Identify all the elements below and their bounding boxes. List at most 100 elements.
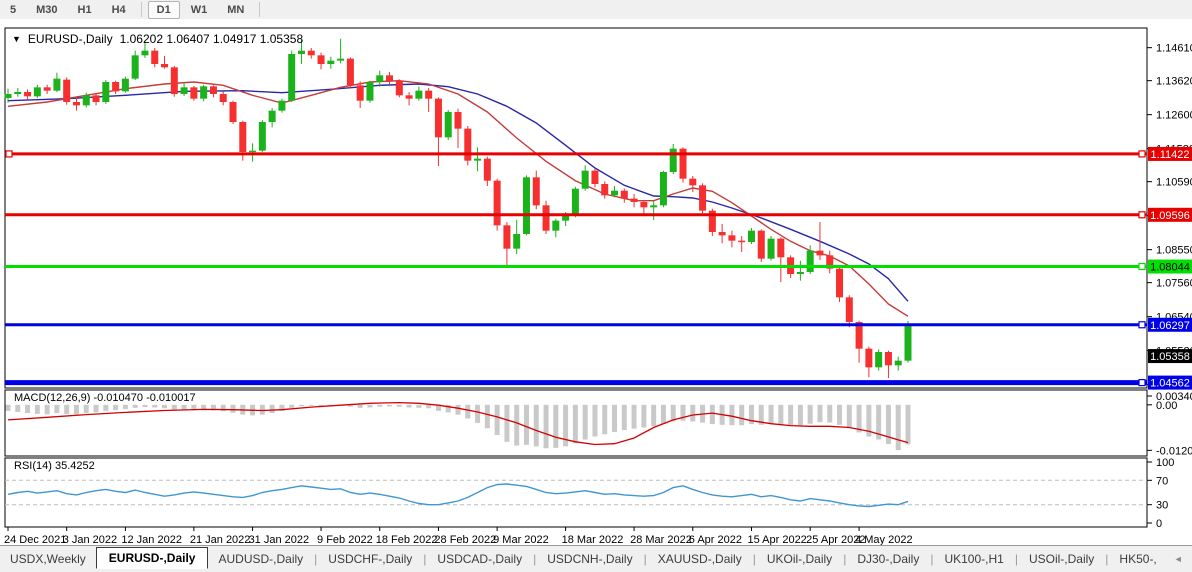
svg-text:30: 30 (1156, 500, 1168, 512)
hline-handle (6, 151, 12, 157)
macd-histogram-bar (123, 405, 128, 409)
current-price-label: 1.05358 (1148, 349, 1192, 363)
hline-handle (1139, 264, 1145, 270)
tab-usdx-weekly[interactable]: USDX,Weekly (0, 549, 96, 569)
chart-panels (5, 28, 1147, 527)
svg-text:70: 70 (1156, 475, 1168, 487)
macd-histogram-bar (231, 405, 236, 413)
tab-usoil-daily[interactable]: USOil-,Daily (1019, 549, 1104, 569)
macd-histogram-bar (45, 405, 50, 414)
macd-histogram-bar (847, 405, 852, 428)
chart-title-symbol: EURUSD-,Daily (28, 32, 113, 46)
tab-scroll-left-icon[interactable]: ◄ (1171, 554, 1186, 564)
chart-title: ▼EURUSD-,Daily1.06202 1.06407 1.04917 1.… (12, 32, 303, 46)
macd-histogram-bar (299, 405, 304, 406)
svg-text:1.09596: 1.09596 (1150, 210, 1190, 222)
macd-histogram-bar (798, 405, 803, 425)
tab-ukoil-daily[interactable]: UKOil-,Daily (757, 549, 842, 569)
macd-histogram-bar (651, 405, 656, 427)
macd-histogram-bar (641, 405, 646, 428)
symbol-dropdown-icon[interactable]: ▼ (12, 34, 21, 44)
tab-uk100-h1[interactable]: UK100-,H1 (934, 549, 1013, 569)
macd-histogram-bar (260, 405, 265, 415)
macd-histogram-bar (54, 405, 59, 413)
svg-text:31 Jan 2022: 31 Jan 2022 (249, 534, 310, 545)
timeframe-button-h4[interactable]: H4 (103, 1, 135, 19)
tab-xauusd-daily[interactable]: XAUUSD-,Daily (648, 549, 752, 569)
macd-histogram-bar (495, 405, 500, 435)
macd-histogram-bar (367, 405, 372, 408)
svg-text:12 Jan 2022: 12 Jan 2022 (121, 534, 182, 545)
toolbar-separator (141, 2, 142, 17)
macd-histogram-bar (456, 405, 461, 415)
svg-text:9 Mar 2022: 9 Mar 2022 (493, 534, 549, 545)
svg-text:6 Apr 2022: 6 Apr 2022 (689, 534, 742, 545)
tab-usdchf-daily[interactable]: USDCHF-,Daily (318, 549, 422, 569)
timeframe-button-mn[interactable]: MN (218, 1, 253, 19)
macd-histogram-bar (896, 405, 901, 450)
svg-text:1.13620: 1.13620 (1156, 76, 1192, 88)
tab-usdcad-daily[interactable]: USDCAD-,Daily (427, 549, 532, 569)
svg-text:15 Apr 2022: 15 Apr 2022 (747, 534, 806, 545)
macd-histogram-bar (612, 405, 617, 432)
macd-histogram-bar (94, 405, 99, 413)
tab-audusd-daily[interactable]: AUDUSD-,Daily (208, 549, 313, 569)
svg-text:28 Mar 2022: 28 Mar 2022 (630, 534, 692, 545)
macd-histogram-bar (837, 405, 842, 425)
macd-histogram-bar (397, 405, 402, 407)
macd-histogram-bar (465, 405, 470, 419)
macd-histogram-bar (632, 405, 637, 429)
svg-text:18 Feb 2022: 18 Feb 2022 (376, 534, 438, 545)
hline-handle (1139, 380, 1145, 386)
tab-usdcnh-daily[interactable]: USDCNH-,Daily (537, 549, 642, 569)
hline-handle (1139, 212, 1145, 218)
macd-histogram-bar (592, 405, 597, 437)
svg-text:-0.012058: -0.012058 (1156, 445, 1192, 457)
macd-histogram-bar (769, 405, 774, 424)
hline-handle (1139, 151, 1145, 157)
macd-histogram-bar (387, 405, 392, 407)
tab-eurusd-daily[interactable]: EURUSD-,Daily (96, 547, 209, 569)
macd-histogram-bar (886, 405, 891, 444)
svg-text:9 Feb 2022: 9 Feb 2022 (317, 534, 373, 545)
timeframe-button-5[interactable]: 5 (1, 1, 25, 19)
macd-histogram-bar (690, 405, 695, 422)
macd-histogram-bar (25, 405, 30, 413)
macd-histogram-bar (142, 405, 147, 407)
macd-histogram-bar (270, 405, 275, 413)
macd-histogram-bar (15, 405, 20, 412)
tab-hk50[interactable]: HK50-, (1109, 549, 1166, 569)
svg-text:1.08044: 1.08044 (1150, 262, 1190, 274)
chart-window: 1.146101.136201.126001.115801.105901.095… (0, 19, 1192, 545)
svg-text:21 Jan 2022: 21 Jan 2022 (190, 534, 251, 545)
macd-histogram-bar (788, 405, 793, 426)
svg-text:1.08550: 1.08550 (1156, 245, 1192, 257)
macd-histogram-bar (289, 405, 294, 408)
macd-histogram-bar (84, 405, 89, 413)
tab-dj30-daily[interactable]: DJ30-,Daily (847, 549, 929, 569)
macd-histogram-bar (583, 405, 588, 440)
macd-histogram-bar (426, 405, 431, 408)
macd-histogram-bar (64, 405, 69, 414)
svg-text:0.00: 0.00 (1156, 400, 1177, 412)
svg-text:28 Feb 2022: 28 Feb 2022 (434, 534, 496, 545)
hline-handle (1139, 322, 1145, 328)
macd-histogram-bar (416, 405, 421, 408)
svg-text:1.12600: 1.12600 (1156, 110, 1192, 122)
macd-histogram-bar (358, 405, 363, 408)
macd-histogram-bar (35, 405, 40, 414)
macd-histogram-bar (133, 405, 138, 408)
timeframe-toolbar: 5M30H1H4 D1W1MN (0, 0, 1192, 20)
macd-histogram-bar (514, 405, 519, 446)
timeframe-button-m30[interactable]: M30 (27, 1, 66, 19)
timeframe-button-h1[interactable]: H1 (69, 1, 101, 19)
timeframe-button-w1[interactable]: W1 (182, 1, 217, 19)
macd-histogram-bar (808, 405, 813, 424)
macd-histogram-bar (475, 405, 480, 423)
chart-svg: 1.146101.136201.126001.115801.105901.095… (0, 19, 1192, 545)
macd-histogram-bar (74, 405, 79, 414)
macd-histogram-bar (739, 405, 744, 425)
svg-text:1.07560: 1.07560 (1156, 278, 1192, 290)
svg-text:1.06297: 1.06297 (1150, 320, 1190, 332)
timeframe-button-d1[interactable]: D1 (148, 1, 180, 19)
